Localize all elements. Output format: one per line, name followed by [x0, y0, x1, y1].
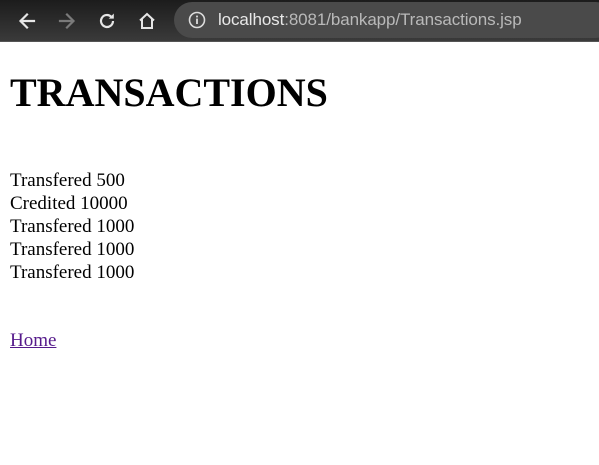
info-icon[interactable] [188, 11, 206, 29]
transaction-list: Transfered 500 Credited 10000 Transfered… [10, 169, 134, 284]
reload-icon [99, 13, 115, 29]
home-button[interactable] [133, 7, 161, 35]
arrow-left-icon [18, 12, 36, 30]
url-host: localhost [218, 10, 285, 29]
page-title: TRANSACTIONS [10, 70, 328, 115]
transaction-item: Transfered 1000 [10, 216, 135, 237]
reload-button[interactable] [93, 7, 121, 35]
transaction-item: Transfered 500 [10, 170, 125, 191]
url-text: localhost:8081/bankapp/Transactions.jsp [218, 2, 522, 38]
home-link[interactable]: Home [10, 329, 56, 352]
browser-toolbar: localhost:8081/bankapp/Transactions.jsp [0, 0, 599, 42]
forward-button[interactable] [53, 7, 81, 35]
transaction-item: Transfered 1000 [10, 262, 135, 283]
address-bar[interactable]: localhost:8081/bankapp/Transactions.jsp [174, 2, 599, 38]
transaction-item: Credited 10000 [10, 193, 128, 214]
arrow-right-icon [58, 12, 76, 30]
home-icon [139, 12, 155, 29]
back-button[interactable] [13, 7, 41, 35]
url-path: :8081/bankapp/Transactions.jsp [284, 10, 522, 29]
transaction-item: Transfered 1000 [10, 239, 135, 260]
